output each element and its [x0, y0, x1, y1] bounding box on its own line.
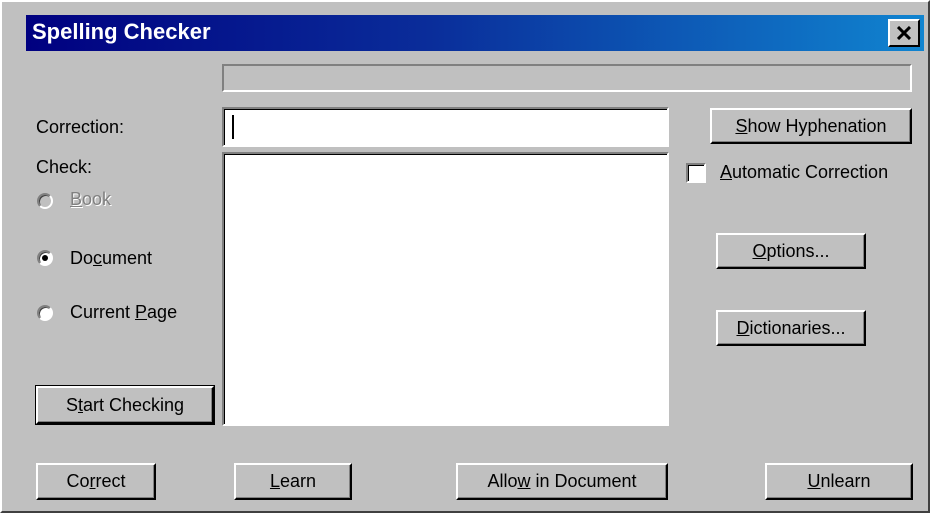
radio-current-page[interactable] [37, 305, 53, 321]
radio-document-label[interactable]: Document [70, 248, 152, 269]
radio-document[interactable] [37, 250, 53, 266]
correct-label: Correct [66, 471, 126, 491]
automatic-correction-checkbox[interactable] [686, 163, 706, 183]
start-checking-button[interactable]: Start Checking [35, 385, 215, 425]
allow-in-document-button[interactable]: Allow in Document [456, 463, 668, 500]
dictionaries-label: Dictionaries... [736, 317, 846, 338]
close-button[interactable] [888, 19, 920, 47]
allow-in-document-label: Allow in Document [487, 471, 637, 491]
automatic-correction-label[interactable]: Automatic Correction [720, 162, 888, 183]
unlearn-label: Unlearn [807, 471, 871, 491]
check-label: Check: [36, 157, 93, 177]
options-label: Options... [752, 240, 830, 261]
progress-bar [222, 64, 912, 92]
start-checking-label: Start Checking [65, 394, 185, 415]
correct-button[interactable]: Correct [36, 463, 156, 500]
suggestions-list[interactable] [222, 152, 669, 426]
radio-book-label: Book [70, 189, 112, 209]
radio-selected-dot [42, 255, 48, 261]
radio-book [37, 193, 53, 209]
close-icon [897, 26, 911, 40]
correction-input[interactable] [222, 107, 669, 147]
window-title: Spelling Checker [32, 19, 211, 44]
options-button[interactable]: Options... [716, 233, 866, 269]
text-caret [232, 115, 234, 139]
learn-button[interactable]: Learn [234, 463, 352, 500]
spelling-checker-dialog: Spelling Checker Correction: Show Hyphen… [0, 0, 930, 513]
unlearn-button[interactable]: Unlearn [765, 463, 913, 500]
dictionaries-button[interactable]: Dictionaries... [716, 310, 866, 346]
title-bar[interactable]: Spelling Checker [26, 15, 924, 51]
radio-current-page-label[interactable]: Current Page [70, 302, 177, 323]
show-hyphenation-label: Show Hyphenation [735, 115, 887, 136]
show-hyphenation-button[interactable]: Show Hyphenation [710, 108, 912, 144]
correction-label: Correction: [36, 117, 125, 137]
learn-label: Learn [269, 471, 317, 491]
